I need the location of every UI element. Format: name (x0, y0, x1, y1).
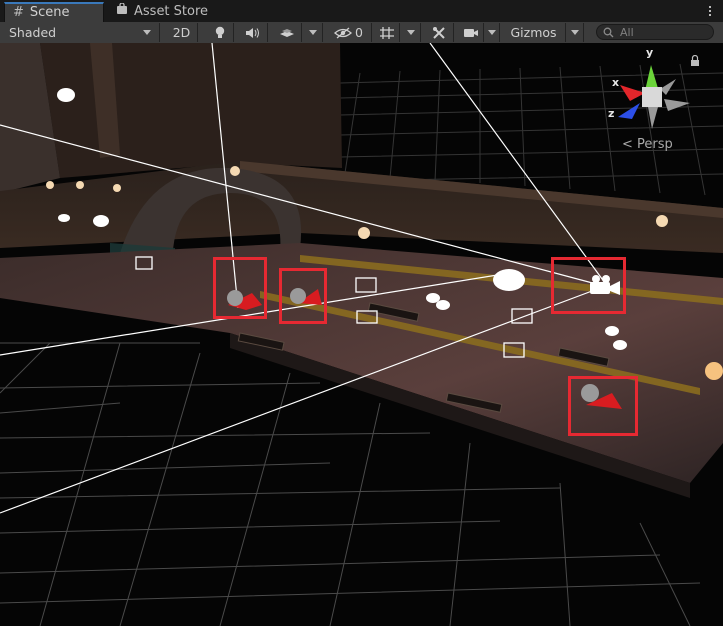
tab-asset-store[interactable]: Asset Store (108, 2, 226, 22)
toggle-2d-label: 2D (172, 25, 191, 40)
audio-speaker-icon (245, 27, 259, 38)
grid-dropdown-button[interactable] (401, 23, 421, 42)
scene-viewport[interactable]: y x z < Persp (0, 43, 723, 626)
tab-scene-label: Scene (29, 5, 70, 20)
effects-dropdown-button[interactable] (303, 23, 323, 42)
lighting-toggle-button[interactable] (206, 23, 234, 42)
highlight-box (213, 257, 267, 319)
gizmos-dropdown-button[interactable] (566, 23, 584, 42)
tab-asset-store-label: Asset Store (134, 4, 209, 19)
grid-icon (379, 26, 394, 39)
axis-y-label: y (646, 46, 654, 59)
highlight-box (568, 376, 638, 436)
back-wall-block (40, 43, 342, 178)
chevron-down-icon (406, 30, 415, 35)
axis-x-label: x (612, 76, 620, 89)
lightbulb-icon (215, 26, 224, 38)
camera-settings-button[interactable] (458, 23, 484, 42)
window-menu-icon[interactable] (705, 3, 715, 19)
highlight-box (551, 257, 626, 314)
chevron-down-icon (143, 30, 151, 35)
background-grid (339, 63, 723, 196)
scene-visibility-toggle[interactable]: 0 (326, 23, 372, 42)
gizmos-button[interactable]: Gizmos (502, 23, 566, 42)
scene-render (0, 43, 723, 626)
video-camera-icon (463, 28, 478, 37)
scene-search-input[interactable]: All (596, 24, 714, 40)
highlight-box (279, 268, 327, 324)
store-bag-icon (116, 2, 128, 22)
toggle-2d-button[interactable]: 2D (166, 23, 198, 42)
window-tab-bar: # Scene Asset Store (0, 0, 723, 23)
directional-light-icon (705, 362, 723, 380)
chevron-down-icon (487, 30, 496, 35)
axis-z-label: z (608, 107, 615, 120)
search-placeholder: All (620, 25, 634, 39)
draw-mode-value: Shaded (9, 25, 57, 40)
tools-wrench-icon (432, 26, 445, 39)
eye-slash-icon (334, 27, 353, 38)
grid-toggle-button[interactable] (374, 23, 400, 42)
hash-icon: # (13, 5, 24, 20)
scene-toolbar: Shaded 2D 0 Gizmos All (0, 22, 723, 44)
hidden-object-count: 0 (355, 25, 363, 40)
gizmos-label: Gizmos (510, 25, 557, 40)
effects-toggle-button[interactable] (272, 23, 302, 42)
chevron-down-icon (308, 30, 317, 35)
lock-icon[interactable] (690, 55, 700, 66)
tools-toggle-button[interactable] (424, 23, 454, 42)
projection-toggle[interactable]: < Persp (622, 137, 673, 152)
search-icon (603, 27, 614, 37)
effects-layers-icon (279, 28, 294, 37)
audio-toggle-button[interactable] (238, 23, 268, 42)
tab-scene[interactable]: # Scene (4, 2, 104, 22)
camera-dropdown-button[interactable] (484, 23, 500, 42)
draw-mode-dropdown[interactable]: Shaded (0, 23, 160, 42)
chevron-down-icon (570, 30, 579, 35)
